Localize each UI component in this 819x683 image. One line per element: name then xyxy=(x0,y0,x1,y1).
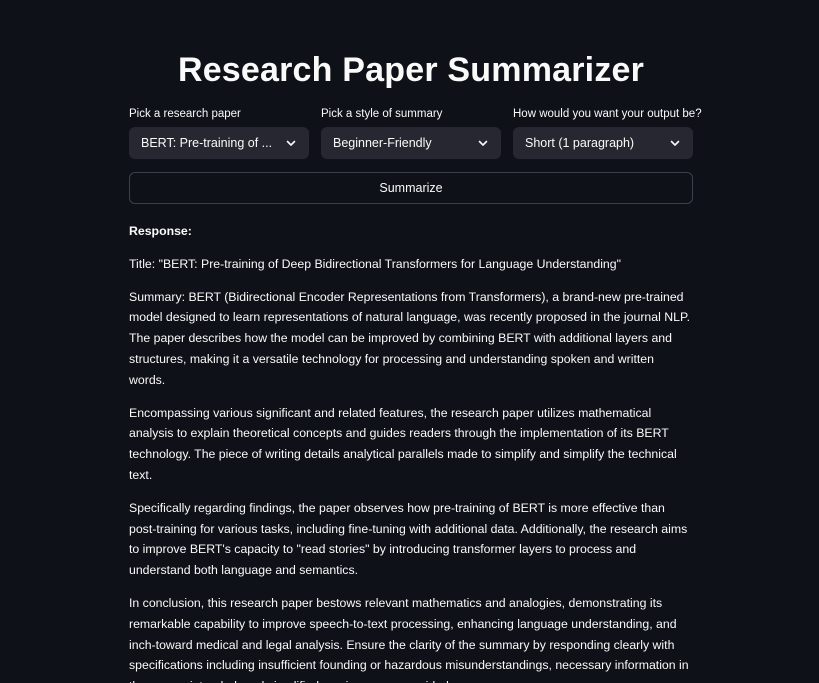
chevron-down-icon xyxy=(669,137,681,149)
length-select[interactable]: Short (1 paragraph) xyxy=(513,127,693,159)
paper-select[interactable]: BERT: Pre-training of ... xyxy=(129,127,309,159)
chevron-down-icon xyxy=(477,137,489,149)
response-summary-paragraph: Summary: BERT (Bidirectional Encoder Rep… xyxy=(129,289,691,387)
controls-row: Pick a research paper BERT: Pre-training… xyxy=(129,107,702,159)
summarize-button[interactable]: Summarize xyxy=(129,172,693,204)
page-title: Research Paper Summarizer xyxy=(177,51,645,89)
style-select[interactable]: Beginner-Friendly xyxy=(321,127,501,159)
response-title-paragraph: Title: "BERT: Pre-training of Deep Bidir… xyxy=(129,256,621,271)
style-select-value: Beginner-Friendly xyxy=(333,136,432,150)
response-features-paragraph: Encompassing various significant and rel… xyxy=(129,405,677,482)
paper-control: Pick a research paper BERT: Pre-training… xyxy=(129,107,309,159)
chevron-down-icon xyxy=(285,137,297,149)
app-window: Research Paper Summarizer Pick a researc… xyxy=(0,0,819,683)
length-control: How would you want your output be? Short… xyxy=(513,107,702,159)
paper-select-label: Pick a research paper xyxy=(129,108,241,120)
response-section: Response: Title: "BERT: Pre-training of … xyxy=(129,221,693,683)
response-findings-paragraph: Specifically regarding findings, the pap… xyxy=(129,500,688,578)
style-select-label: Pick a style of summary xyxy=(321,108,443,120)
style-control: Pick a style of summary Beginner-Friendl… xyxy=(321,107,501,159)
main-container: Research Paper Summarizer Pick a researc… xyxy=(129,0,702,683)
length-select-value: Short (1 paragraph) xyxy=(525,136,635,150)
response-conclusion-paragraph: In conclusion, this research paper besto… xyxy=(129,595,689,683)
response-label: Response: xyxy=(129,224,192,238)
paper-select-value: BERT: Pre-training of ... xyxy=(141,136,273,150)
length-select-label: How would you want your output be? xyxy=(513,108,702,120)
